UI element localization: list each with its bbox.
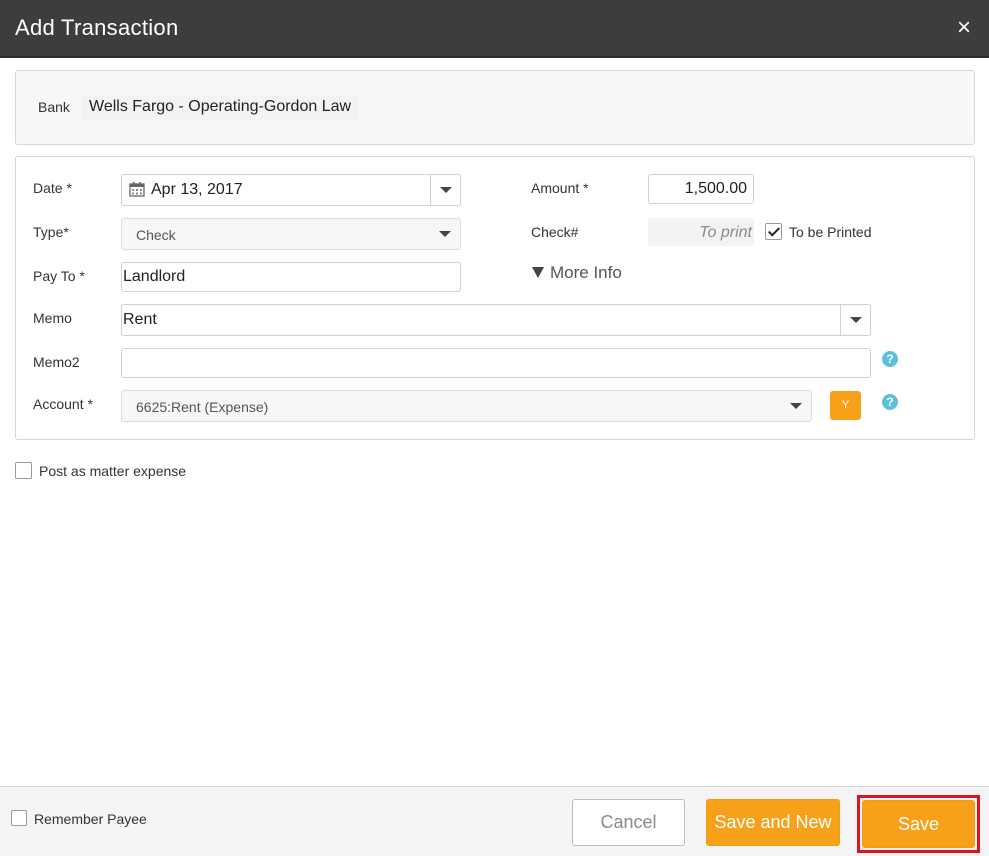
dialog-titlebar: Add Transaction × [0,0,989,58]
pay-to-label: Pay To * [33,268,85,284]
chevron-down-icon [790,403,802,409]
memo2-input[interactable] [121,348,871,378]
help-icon[interactable]: ? [882,351,898,367]
check-number-placeholder: To print [699,224,752,241]
dialog-title: Add Transaction [15,15,179,40]
memo-label: Memo [33,310,72,326]
account-label: Account * [33,396,93,412]
save-button-highlight: Save [857,795,980,853]
save-button[interactable]: Save [862,800,975,848]
to-be-printed-label: To be Printed [789,224,872,240]
chevron-down-icon [439,231,451,237]
type-value: Check [136,227,176,243]
memo-combobox[interactable]: Rent [121,304,871,336]
account-select[interactable]: 6625:Rent (Expense) [121,390,812,422]
bank-value: Wells Fargo - Operating-Gordon Law [81,95,360,121]
memo-value: Rent [123,311,157,328]
check-number-label: Check# [531,224,579,240]
check-number-input[interactable]: To print [648,218,754,246]
cancel-button[interactable]: Cancel [572,799,685,846]
more-info-label: More Info [550,263,622,282]
bank-label: Bank [38,99,70,115]
date-value: Apr 13, 2017 [151,181,243,198]
chevron-down-icon [440,187,452,193]
remember-payee-checkbox[interactable] [11,810,27,826]
type-dropdown-toggle[interactable] [430,219,460,249]
post-as-matter-expense-label: Post as matter expense [39,463,187,479]
date-picker[interactable]: Apr 13, 2017 [121,174,461,206]
pay-to-value: Landlord [123,268,186,285]
amount-input[interactable]: 1,500.00 [648,174,754,204]
calendar-icon [129,182,145,197]
remember-payee-label: Remember Payee [34,811,147,827]
date-label: Date * [33,180,72,196]
chevron-down-icon [850,317,862,323]
close-icon[interactable]: × [954,16,974,40]
account-value: 6625:Rent (Expense) [136,399,269,415]
bank-panel: Bank Wells Fargo - Operating-Gordon Law [15,70,975,145]
caret-down-icon [532,267,544,278]
date-dropdown-toggle[interactable] [430,175,460,205]
to-be-printed-checkbox[interactable] [765,223,782,240]
more-info-toggle[interactable]: More Info [532,263,622,283]
type-label: Type* [33,224,69,240]
help-icon[interactable]: ? [882,394,898,410]
dialog-footer: Remember Payee Cancel Save and New Save [0,786,989,856]
amount-label: Amount * [531,180,589,196]
type-select[interactable]: Check [121,218,461,250]
post-as-matter-expense-checkbox[interactable] [15,462,32,479]
amount-value: 1,500.00 [684,180,747,197]
memo2-label: Memo2 [33,354,80,370]
save-and-new-button[interactable]: Save and New [706,799,840,846]
account-y-button[interactable]: Y [830,391,861,420]
pay-to-input[interactable]: Landlord [121,262,461,292]
memo-dropdown-toggle[interactable] [840,305,870,335]
account-dropdown-toggle[interactable] [781,391,811,421]
